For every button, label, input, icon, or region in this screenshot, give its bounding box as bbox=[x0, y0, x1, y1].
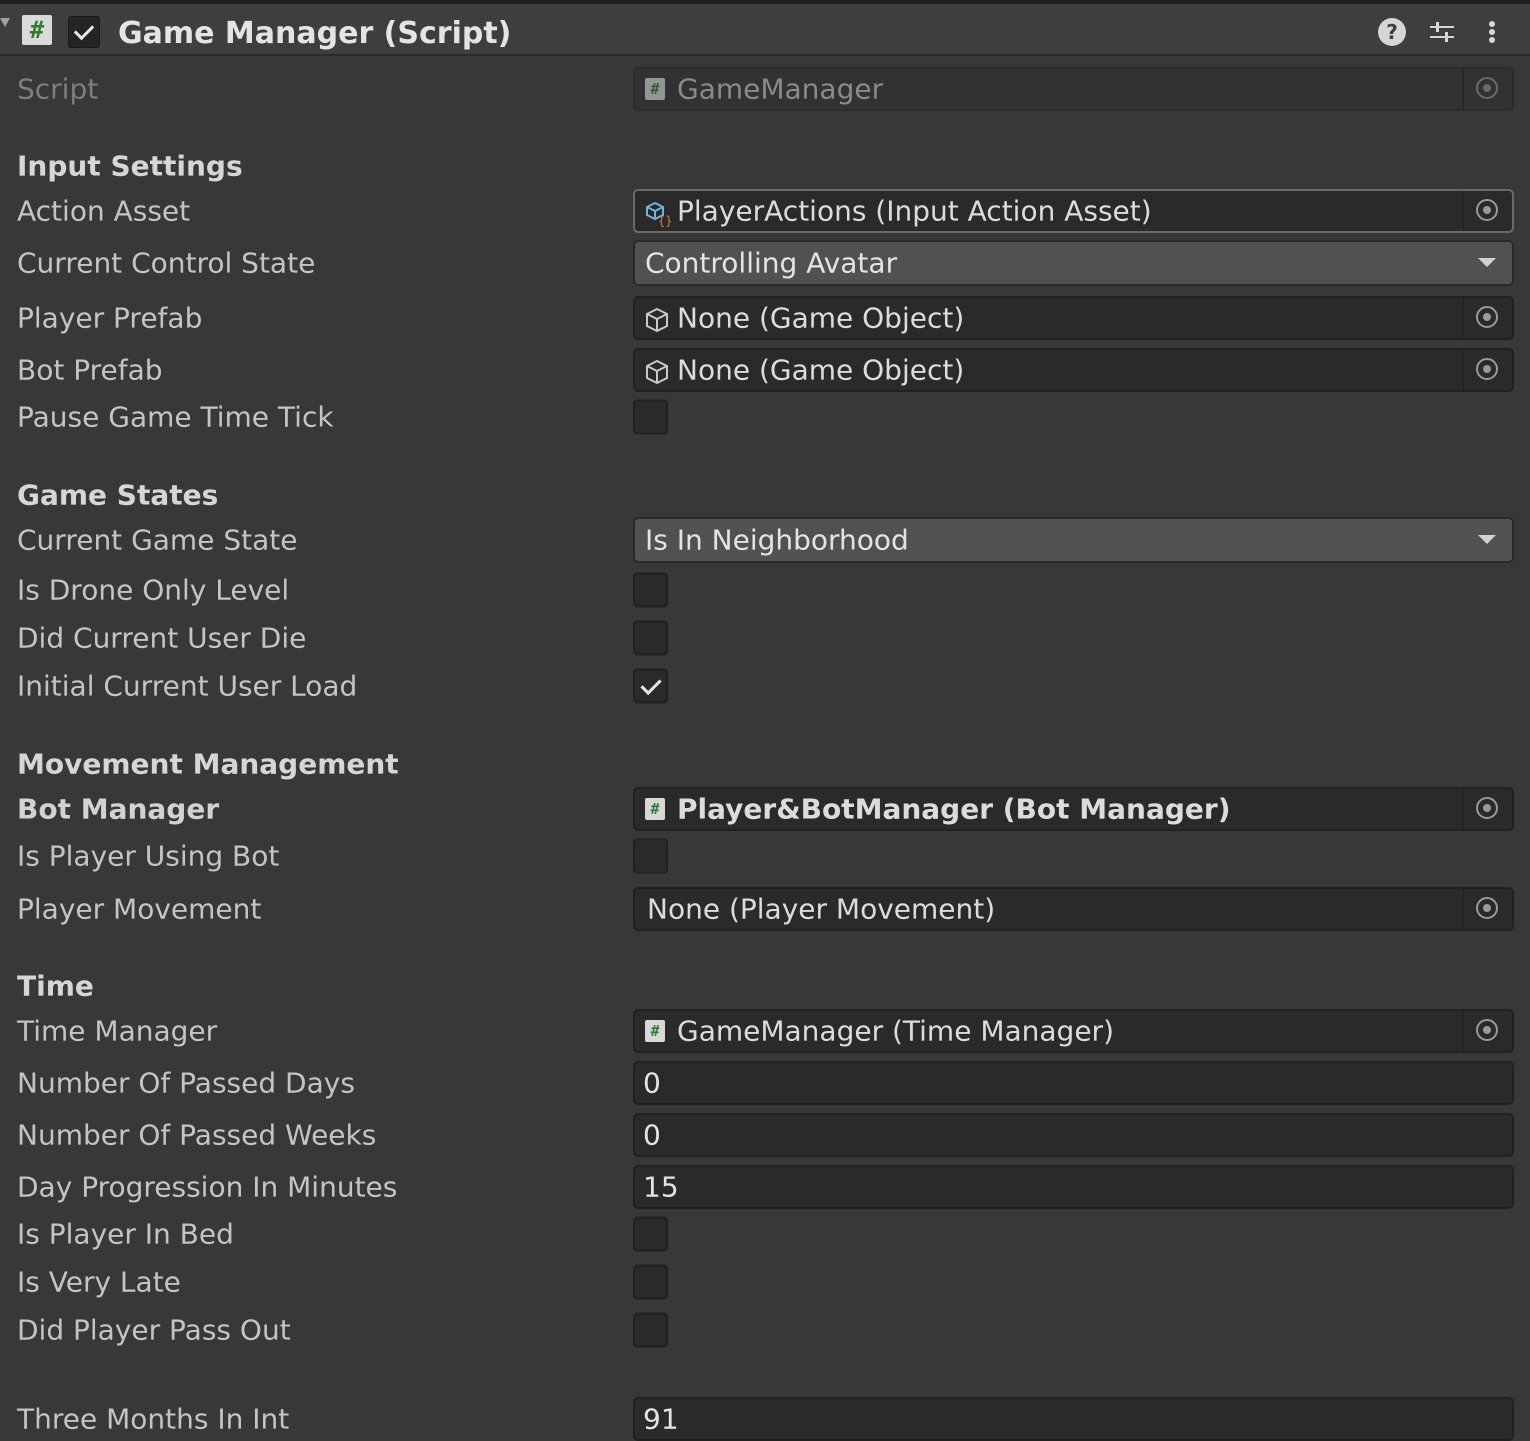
initial-current-user-load-label: Initial Current User Load bbox=[17, 669, 358, 703]
target-circle-icon bbox=[1476, 77, 1498, 99]
current-control-state-dropdown[interactable]: Controlling Avatar bbox=[633, 240, 1514, 286]
bot-prefab-field[interactable]: None (Game Object) bbox=[633, 348, 1514, 392]
is-very-late-checkbox[interactable] bbox=[633, 1264, 668, 1300]
player-movement-value: None (Player Movement) bbox=[647, 892, 996, 926]
number-of-passed-days-input[interactable]: 0 bbox=[633, 1061, 1514, 1105]
script-icon: # bbox=[645, 78, 665, 100]
three-months-in-int-label: Three Months In Int bbox=[17, 1402, 290, 1436]
bot-prefab-label: Bot Prefab bbox=[17, 353, 163, 387]
time-manager-picker[interactable] bbox=[1463, 1011, 1512, 1051]
current-game-state-label: Current Game State bbox=[17, 523, 298, 557]
svg-text:{}: {} bbox=[658, 214, 671, 227]
bot-prefab-picker[interactable] bbox=[1463, 350, 1512, 390]
context-menu-icon[interactable] bbox=[1478, 18, 1506, 46]
target-circle-icon bbox=[1476, 306, 1498, 328]
did-player-pass-out-checkbox[interactable] bbox=[633, 1312, 668, 1348]
number-of-passed-days-value: 0 bbox=[643, 1066, 661, 1100]
action-asset-label: Action Asset bbox=[17, 194, 191, 228]
is-player-in-bed-label: Is Player In Bed bbox=[17, 1217, 234, 1251]
target-circle-icon bbox=[1476, 897, 1498, 919]
presets-icon[interactable] bbox=[1428, 18, 1456, 46]
checkmark-icon bbox=[639, 673, 662, 695]
input-asset-icon: {} bbox=[646, 201, 671, 227]
player-prefab-field[interactable]: None (Game Object) bbox=[633, 296, 1514, 340]
is-drone-only-level-checkbox[interactable] bbox=[633, 572, 668, 608]
current-game-state-value: Is In Neighborhood bbox=[645, 523, 909, 557]
section-input-settings: Input Settings bbox=[17, 149, 243, 183]
pause-game-time-tick-checkbox[interactable] bbox=[633, 399, 668, 435]
current-game-state-dropdown[interactable]: Is In Neighborhood bbox=[633, 517, 1514, 563]
target-circle-icon bbox=[1476, 358, 1498, 380]
cube-icon bbox=[646, 307, 668, 333]
player-movement-field[interactable]: None (Player Movement) bbox=[633, 887, 1514, 931]
bot-manager-label: Bot Manager bbox=[17, 792, 220, 826]
is-player-in-bed-checkbox[interactable] bbox=[633, 1216, 668, 1252]
script-icon: # bbox=[22, 15, 52, 45]
component-enabled-checkbox[interactable] bbox=[68, 16, 100, 48]
did-player-pass-out-label: Did Player Pass Out bbox=[17, 1313, 291, 1347]
triangle-down-icon bbox=[1478, 258, 1496, 267]
player-prefab-label: Player Prefab bbox=[17, 301, 203, 335]
did-current-user-die-label: Did Current User Die bbox=[17, 621, 307, 655]
number-of-passed-weeks-input[interactable]: 0 bbox=[633, 1113, 1514, 1157]
number-of-passed-days-label: Number Of Passed Days bbox=[17, 1066, 355, 1100]
script-icon: # bbox=[645, 1020, 665, 1042]
triangle-down-icon bbox=[1478, 535, 1496, 544]
current-control-state-value: Controlling Avatar bbox=[645, 246, 898, 280]
day-progression-in-minutes-value: 15 bbox=[643, 1170, 679, 1204]
player-prefab-value: None (Game Object) bbox=[677, 301, 965, 335]
day-progression-in-minutes-input[interactable]: 15 bbox=[633, 1165, 1514, 1209]
player-prefab-picker[interactable] bbox=[1463, 298, 1512, 338]
time-manager-value: GameManager (Time Manager) bbox=[677, 1014, 1114, 1048]
initial-current-user-load-checkbox[interactable] bbox=[633, 668, 668, 704]
is-drone-only-level-label: Is Drone Only Level bbox=[17, 573, 290, 607]
is-very-late-label: Is Very Late bbox=[17, 1265, 181, 1299]
player-movement-label: Player Movement bbox=[17, 892, 262, 926]
component-title: Game Manager (Script) bbox=[118, 16, 512, 51]
section-movement-management: Movement Management bbox=[17, 747, 399, 781]
player-movement-picker[interactable] bbox=[1463, 889, 1512, 929]
action-asset-value: PlayerActions (Input Action Asset) bbox=[677, 194, 1152, 228]
bot-manager-picker[interactable] bbox=[1463, 789, 1512, 829]
component-header[interactable]: # Game Manager (Script) ? bbox=[0, 0, 1530, 56]
script-field-value: GameManager bbox=[677, 72, 884, 106]
section-time: Time bbox=[17, 969, 94, 1003]
target-circle-icon bbox=[1476, 1019, 1498, 1041]
day-progression-in-minutes-label: Day Progression In Minutes bbox=[17, 1170, 398, 1204]
cube-icon bbox=[646, 359, 668, 385]
pause-game-time-tick-label: Pause Game Time Tick bbox=[17, 400, 334, 434]
action-asset-picker[interactable] bbox=[1463, 191, 1512, 231]
script-field: # GameManager bbox=[633, 67, 1514, 111]
time-manager-label: Time Manager bbox=[17, 1014, 218, 1048]
did-current-user-die-checkbox[interactable] bbox=[633, 620, 668, 656]
number-of-passed-weeks-label: Number Of Passed Weeks bbox=[17, 1118, 377, 1152]
script-icon: # bbox=[645, 798, 665, 820]
bot-prefab-value: None (Game Object) bbox=[677, 353, 965, 387]
section-game-states: Game States bbox=[17, 478, 219, 512]
checkmark-icon bbox=[73, 19, 95, 41]
number-of-passed-weeks-value: 0 bbox=[643, 1118, 661, 1152]
target-circle-icon bbox=[1476, 199, 1498, 221]
object-picker-button bbox=[1463, 69, 1512, 109]
three-months-in-int-value: 91 bbox=[643, 1402, 679, 1436]
time-manager-field[interactable]: # GameManager (Time Manager) bbox=[633, 1009, 1514, 1053]
is-player-using-bot-checkbox[interactable] bbox=[633, 838, 668, 874]
foldout-arrow-icon[interactable] bbox=[0, 18, 10, 27]
script-label: Script bbox=[17, 72, 99, 106]
bot-manager-value: Player&BotManager (Bot Manager) bbox=[677, 792, 1231, 826]
current-control-state-label: Current Control State bbox=[17, 246, 316, 280]
bot-manager-field[interactable]: # Player&BotManager (Bot Manager) bbox=[633, 787, 1514, 831]
is-player-using-bot-label: Is Player Using Bot bbox=[17, 839, 280, 873]
help-icon[interactable]: ? bbox=[1378, 18, 1406, 46]
three-months-in-int-input[interactable]: 91 bbox=[633, 1397, 1514, 1441]
action-asset-field[interactable]: {} PlayerActions (Input Action Asset) bbox=[633, 189, 1514, 233]
target-circle-icon bbox=[1476, 797, 1498, 819]
